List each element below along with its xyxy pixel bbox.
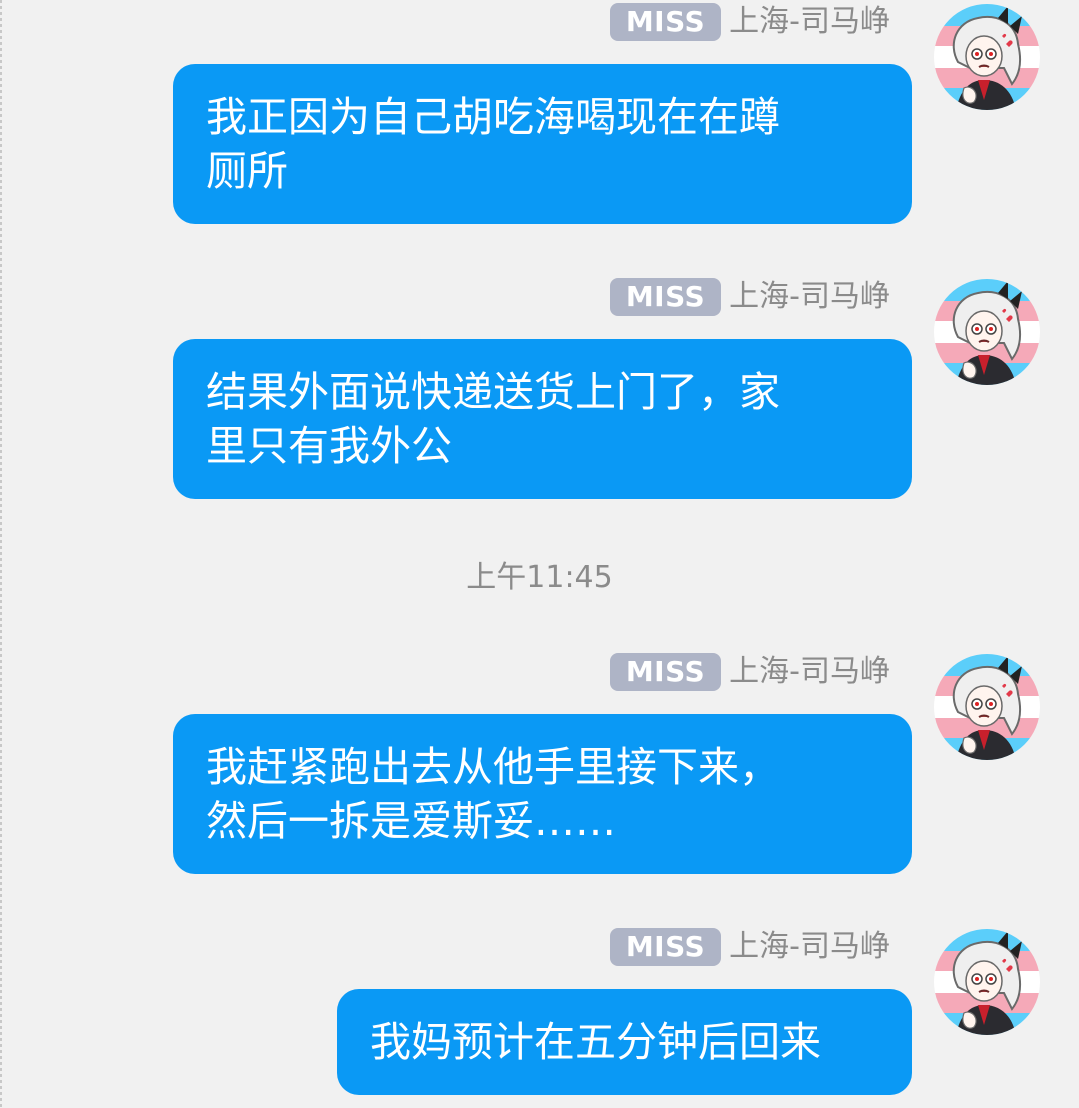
avatar-icon[interactable] bbox=[934, 279, 1040, 385]
sender-meta: MISS 上海-司马峥 bbox=[609, 277, 890, 317]
avatar-icon[interactable] bbox=[934, 4, 1040, 110]
message-bubble[interactable]: 我赶紧跑出去从他手里接下来， 然后一拆是爱斯妥…… bbox=[173, 714, 912, 874]
sender-meta: MISS 上海-司马峥 bbox=[609, 652, 890, 692]
sender-name[interactable]: 上海-司马峥 bbox=[729, 2, 890, 42]
sender-name[interactable]: 上海-司马峥 bbox=[729, 277, 890, 317]
sender-meta: MISS 上海-司马峥 bbox=[609, 927, 890, 967]
left-edge-divider bbox=[0, 0, 2, 1108]
sender-name[interactable]: 上海-司马峥 bbox=[729, 927, 890, 967]
message-bubble[interactable]: 我妈预计在五分钟后回来 bbox=[337, 989, 912, 1095]
title-badge: MISS bbox=[609, 928, 722, 966]
message-bubble[interactable]: 我正因为自己胡吃海喝现在在蹲 厕所 bbox=[173, 64, 912, 224]
timestamp-divider: 上午11:45 bbox=[466, 560, 613, 595]
title-badge: MISS bbox=[609, 3, 722, 41]
avatar-icon[interactable] bbox=[934, 654, 1040, 760]
sender-meta: MISS 上海-司马峥 bbox=[609, 2, 890, 42]
title-badge: MISS bbox=[609, 653, 722, 691]
message-bubble[interactable]: 结果外面说快递送货上门了，家 里只有我外公 bbox=[173, 339, 912, 499]
title-badge: MISS bbox=[609, 278, 722, 316]
sender-name[interactable]: 上海-司马峥 bbox=[729, 652, 890, 692]
avatar-icon[interactable] bbox=[934, 929, 1040, 1035]
